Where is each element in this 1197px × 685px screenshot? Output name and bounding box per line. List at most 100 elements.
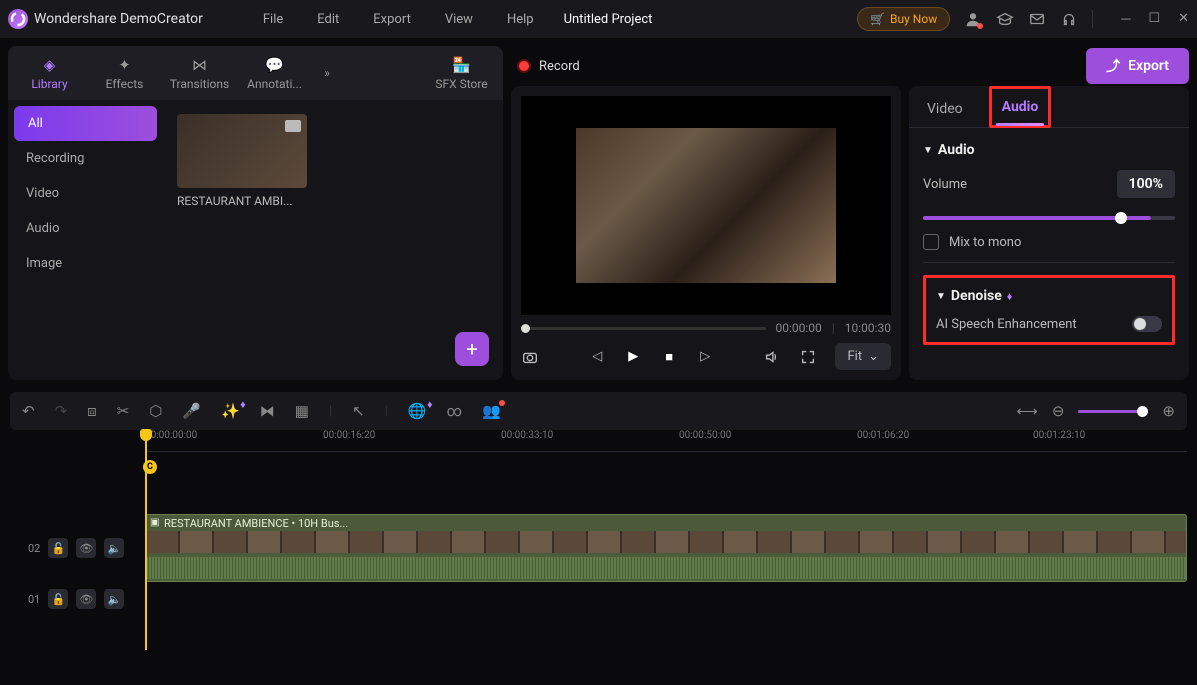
window-maximize[interactable]: ☐ xyxy=(1148,11,1160,27)
lock-icon[interactable]: 🔓 xyxy=(48,538,68,558)
volume-slider-handle[interactable] xyxy=(1115,212,1127,224)
category-audio[interactable]: Audio xyxy=(8,211,163,246)
window-minimize[interactable]: ─ xyxy=(1121,11,1130,27)
export-label: Export xyxy=(1128,58,1169,74)
mute-icon[interactable]: 🔈 xyxy=(104,538,124,558)
checkbox-icon xyxy=(923,234,939,250)
undo-icon[interactable]: ↶ xyxy=(22,402,35,420)
crop-icon[interactable]: ⧈ xyxy=(87,402,97,420)
section-audio-header[interactable]: ▼Audio xyxy=(923,142,1175,158)
split-icon[interactable]: ✂ xyxy=(117,402,130,420)
timeline-panel: ↶ ↷ ⧈ ✂ ⬡ 🎤 ✨♦ ⧓ ▦ | ↖ | 🌐♦ ∞ 👥 ⟷ ⊖ ⊕ 00… xyxy=(0,388,1197,683)
ai-enhance-toggle[interactable] xyxy=(1132,316,1162,332)
timeline-clip[interactable]: RESTAURANT AMBIENCE • 10H Bus... ▣ xyxy=(145,514,1187,582)
section-denoise-header[interactable]: ▼Denoise♦ xyxy=(936,288,1162,304)
headset-icon[interactable] xyxy=(1060,10,1078,28)
mirror-icon[interactable]: ⧓ xyxy=(260,402,275,420)
cursor-icon[interactable]: ↖ xyxy=(352,402,365,420)
snapshot-icon[interactable] xyxy=(521,348,539,366)
timeline-ruler[interactable]: 00:00:00:00 00:00:16:20 00:00:33:10 00:0… xyxy=(145,430,1187,452)
zoom-slider[interactable] xyxy=(1078,410,1148,413)
ai-enhance-label: AI Speech Enhancement xyxy=(936,317,1077,332)
add-media-button[interactable]: + xyxy=(455,332,489,366)
menu-view[interactable]: View xyxy=(431,12,487,27)
media-grid: RESTAURANT AMBI... xyxy=(163,100,503,380)
export-button[interactable]: ⤴ Export xyxy=(1086,48,1189,84)
video-preview[interactable] xyxy=(521,96,891,315)
menu-export[interactable]: Export xyxy=(359,12,425,27)
people-icon[interactable]: 👥 xyxy=(482,402,501,420)
media-item[interactable]: RESTAURANT AMBI... xyxy=(177,114,307,208)
chevron-down-icon: ⌄ xyxy=(868,349,879,364)
mute-icon[interactable]: 🔈 xyxy=(104,589,124,609)
tab-transitions-label: Transitions xyxy=(170,77,229,91)
redo-icon[interactable]: ↷ xyxy=(55,402,68,420)
zoom-handle[interactable] xyxy=(1137,406,1148,417)
lock-icon[interactable]: 🔓 xyxy=(48,589,68,609)
play-icon[interactable]: ▶ xyxy=(624,348,642,366)
account-icon[interactable] xyxy=(964,10,982,28)
menu-edit[interactable]: Edit xyxy=(303,12,353,27)
video-frame xyxy=(576,128,836,283)
mail-icon[interactable] xyxy=(1028,10,1046,28)
tab-sfx-store[interactable]: 🏪 SFX Store xyxy=(424,56,499,91)
mix-to-mono-checkbox[interactable]: Mix to mono xyxy=(923,234,1175,250)
mic-icon[interactable]: 🎤 xyxy=(182,402,201,420)
volume-icon[interactable] xyxy=(763,348,781,366)
media-name: RESTAURANT AMBI... xyxy=(177,194,307,208)
fullscreen-icon[interactable] xyxy=(799,348,817,366)
tab-more[interactable]: » xyxy=(312,66,342,80)
eye-icon[interactable]: 👁 xyxy=(76,538,96,558)
transitions-icon: ⋈ xyxy=(192,56,207,74)
prev-frame-icon[interactable]: ◁ xyxy=(588,348,606,366)
category-recording[interactable]: Recording xyxy=(8,141,163,176)
volume-value[interactable]: 100% xyxy=(1117,170,1175,198)
grid-icon[interactable]: ▦ xyxy=(295,402,309,420)
zoom-out-icon[interactable]: ⊖ xyxy=(1052,402,1065,420)
category-all[interactable]: All xyxy=(14,106,157,141)
menu-file[interactable]: File xyxy=(249,12,297,27)
menu-help[interactable]: Help xyxy=(493,12,548,27)
shield-icon[interactable]: ⬡ xyxy=(149,402,162,420)
next-frame-icon[interactable]: ▷ xyxy=(696,348,714,366)
window-close[interactable]: ✕ xyxy=(1178,11,1189,27)
titlebar: Wondershare DemoCreator File Edit Export… xyxy=(0,0,1197,38)
prop-tab-video[interactable]: Video xyxy=(921,91,969,127)
tab-effects[interactable]: ✦Effects xyxy=(87,56,162,91)
sparkle-icon[interactable]: ✨♦ xyxy=(221,402,240,420)
ruler-tick: 00:00:50:00 xyxy=(679,430,731,441)
category-image[interactable]: Image xyxy=(8,246,163,281)
tab-transitions[interactable]: ⋈ Transitions xyxy=(162,56,237,91)
record-label: Record xyxy=(539,59,580,74)
tab-annotation[interactable]: 💬Annotati... xyxy=(237,56,312,91)
total-time: 10:00:30 xyxy=(845,321,891,335)
volume-slider[interactable] xyxy=(923,216,1151,220)
track-01: 01 🔓 👁 🔈 xyxy=(10,584,1187,614)
graduation-icon[interactable] xyxy=(996,10,1014,28)
export-icon: ⤴ xyxy=(1106,56,1120,76)
tab-library[interactable]: ◈Library xyxy=(12,56,87,91)
media-thumbnail xyxy=(177,114,307,188)
preview-panel: 00:00:00 | 10:00:30 ◁ ▶ ■ ▷ Fit xyxy=(511,86,901,380)
store-icon: 🏪 xyxy=(452,56,471,74)
section-audio-label: Audio xyxy=(938,142,975,158)
more-icon: » xyxy=(324,66,330,80)
zoom-in-icon[interactable]: ⊕ xyxy=(1162,402,1175,420)
ruler-tick: 00:00:33:10 xyxy=(501,430,553,441)
fit-timeline-icon[interactable]: ⟷ xyxy=(1016,402,1038,420)
globe-icon[interactable]: 🌐♦ xyxy=(408,402,427,420)
tab-sfx-label: SFX Store xyxy=(435,77,487,91)
fit-dropdown[interactable]: Fit ⌄ xyxy=(835,343,891,370)
eye-icon[interactable]: 👁 xyxy=(76,589,96,609)
category-video[interactable]: Video xyxy=(8,176,163,211)
record-button[interactable]: Record xyxy=(517,59,580,74)
playhead[interactable] xyxy=(145,430,147,650)
stop-icon[interactable]: ■ xyxy=(660,348,678,366)
link-icon[interactable]: ∞ xyxy=(447,402,462,420)
seek-handle[interactable] xyxy=(521,324,530,333)
seek-bar[interactable] xyxy=(521,327,766,330)
toggle-knob xyxy=(1134,318,1146,330)
track-number: 02 xyxy=(28,542,40,555)
buy-now-button[interactable]: 🛒 Buy Now xyxy=(857,7,950,31)
prop-tab-audio[interactable]: Audio xyxy=(996,89,1045,125)
